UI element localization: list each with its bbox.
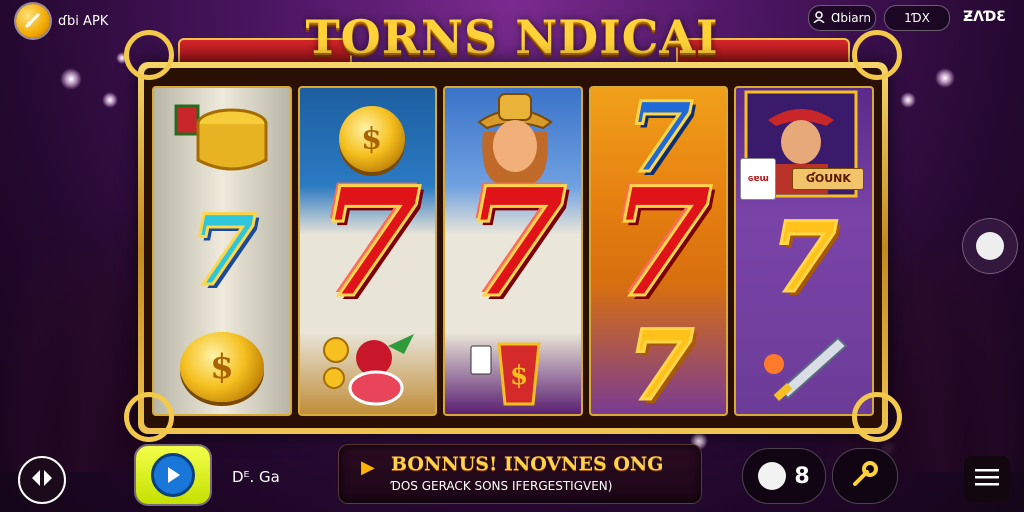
coin-stack-icon: $: [168, 324, 276, 410]
coin-bag-icon: [758, 462, 787, 490]
stage-light: [102, 92, 118, 108]
frame-corner-ornament: [124, 392, 174, 442]
reel-2: $ 7: [297, 86, 438, 416]
stage-light: [60, 68, 82, 90]
fruit-icon: [318, 328, 422, 408]
svg-text:$: $: [510, 361, 528, 391]
small-card: ɢɐɯ: [740, 158, 777, 200]
bonus-subtitle: ƊOS GERACK SONS IFERGESTIGVEN): [391, 479, 613, 493]
reel-1-seven-symbol: 7: [188, 194, 258, 307]
sword-icon: [754, 328, 854, 408]
spin-button[interactable]: [136, 446, 210, 504]
coin-count: 8: [794, 463, 810, 489]
reel-4: 7 7 7: [588, 86, 729, 416]
slot-machine-frame: 7 $ $ 7 7 $ 7 7 7 ƓOUNK ɢɐɯ 7: [138, 62, 888, 434]
bet-label: Dᴱ. Ga: [232, 468, 280, 486]
coin-counter[interactable]: 8: [742, 448, 826, 504]
play-arrow-icon: ▶: [361, 457, 375, 478]
stage-light: [900, 92, 916, 108]
wrench-icon: [851, 460, 879, 492]
coin-bucket-icon: [172, 102, 272, 178]
play-icon: [151, 453, 195, 497]
menu-button[interactable]: [964, 456, 1010, 502]
back-forward-button[interactable]: [18, 456, 66, 504]
reel-3-seven-symbol: 7: [462, 155, 569, 331]
frame-corner-ornament: [124, 30, 174, 80]
settings-wrench-button[interactable]: [832, 448, 898, 504]
bonus-title: BONNUS! INOVNES ONG: [391, 453, 664, 475]
reel-4-seven-symbol: 7: [607, 155, 714, 331]
frame-corner-ornament: [852, 30, 902, 80]
cup-cards-icon: $: [465, 334, 565, 412]
frame-corner-ornament: [852, 392, 902, 442]
side-toggle-button[interactable]: [962, 218, 1018, 274]
reel-2-seven-symbol: 7: [316, 155, 423, 331]
bonus-banner[interactable]: ▶ BONNUS! INOVNES ONG ƊOS GERACK SONS IF…: [338, 444, 702, 504]
reel-4-bottom-seven-symbol: 7: [626, 309, 696, 416]
arrows-icon: [30, 468, 54, 492]
circle-icon: [976, 232, 1004, 260]
stage-light: [935, 68, 955, 88]
hamburger-menu-icon: [975, 467, 999, 491]
reel-5: ƓOUNK ɢɐɯ 7: [734, 86, 874, 416]
character-card-text: ƓOUNK: [805, 172, 851, 185]
reel-5-seven-symbol: 7: [769, 201, 839, 314]
reel-1: 7 $: [152, 86, 292, 416]
character-card: ƓOUNK: [792, 168, 865, 190]
reel-area: 7 $ $ 7 7 $ 7 7 7 ƓOUNK ɢɐɯ 7: [144, 68, 882, 428]
small-card-text: ɢɐɯ: [747, 174, 769, 184]
reel-3: 7 $: [443, 86, 583, 416]
